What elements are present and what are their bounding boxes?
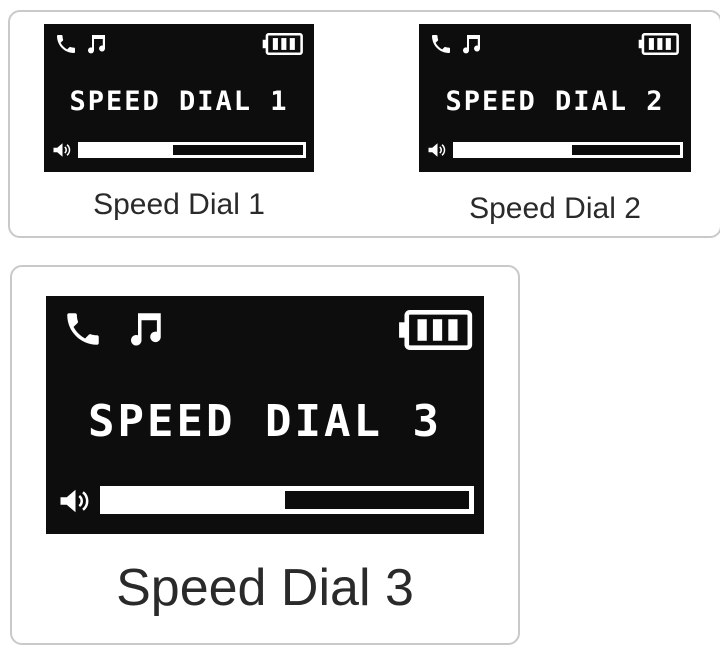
device-caption-1: Speed Dial 1 bbox=[93, 188, 265, 221]
device-screen-1: SPEED DIAL 1 bbox=[44, 24, 314, 172]
screen-title: SPEED DIAL 2 bbox=[445, 86, 665, 117]
phone-icon bbox=[57, 35, 75, 53]
music-note-icon bbox=[463, 35, 480, 54]
phone-icon bbox=[67, 313, 99, 345]
screen-title: SPEED DIAL 3 bbox=[88, 396, 442, 447]
volume-bar-empty bbox=[571, 145, 680, 155]
speaker-icon bbox=[428, 143, 446, 157]
device-caption-3: Speed Dial 3 bbox=[116, 559, 414, 617]
battery-full-icon bbox=[262, 33, 303, 55]
speaker-icon bbox=[53, 143, 71, 157]
screen-title: SPEED DIAL 1 bbox=[69, 86, 289, 117]
volume-bar[interactable] bbox=[453, 142, 683, 158]
battery-full-icon bbox=[638, 33, 679, 55]
volume-bar[interactable] bbox=[78, 142, 306, 158]
device-screen-2: SPEED DIAL 2 bbox=[419, 24, 691, 172]
speaker-icon bbox=[60, 489, 89, 513]
volume-bar[interactable] bbox=[100, 486, 474, 514]
volume-bar-empty bbox=[173, 145, 303, 155]
device-screen-3: SPEED DIAL 3 bbox=[46, 296, 484, 534]
device-caption-2: Speed Dial 2 bbox=[469, 192, 641, 225]
music-note-icon bbox=[131, 313, 161, 346]
volume-bar-empty bbox=[285, 491, 469, 509]
phone-icon bbox=[432, 35, 450, 53]
music-note-icon bbox=[88, 35, 105, 54]
battery-full-icon bbox=[399, 310, 473, 350]
